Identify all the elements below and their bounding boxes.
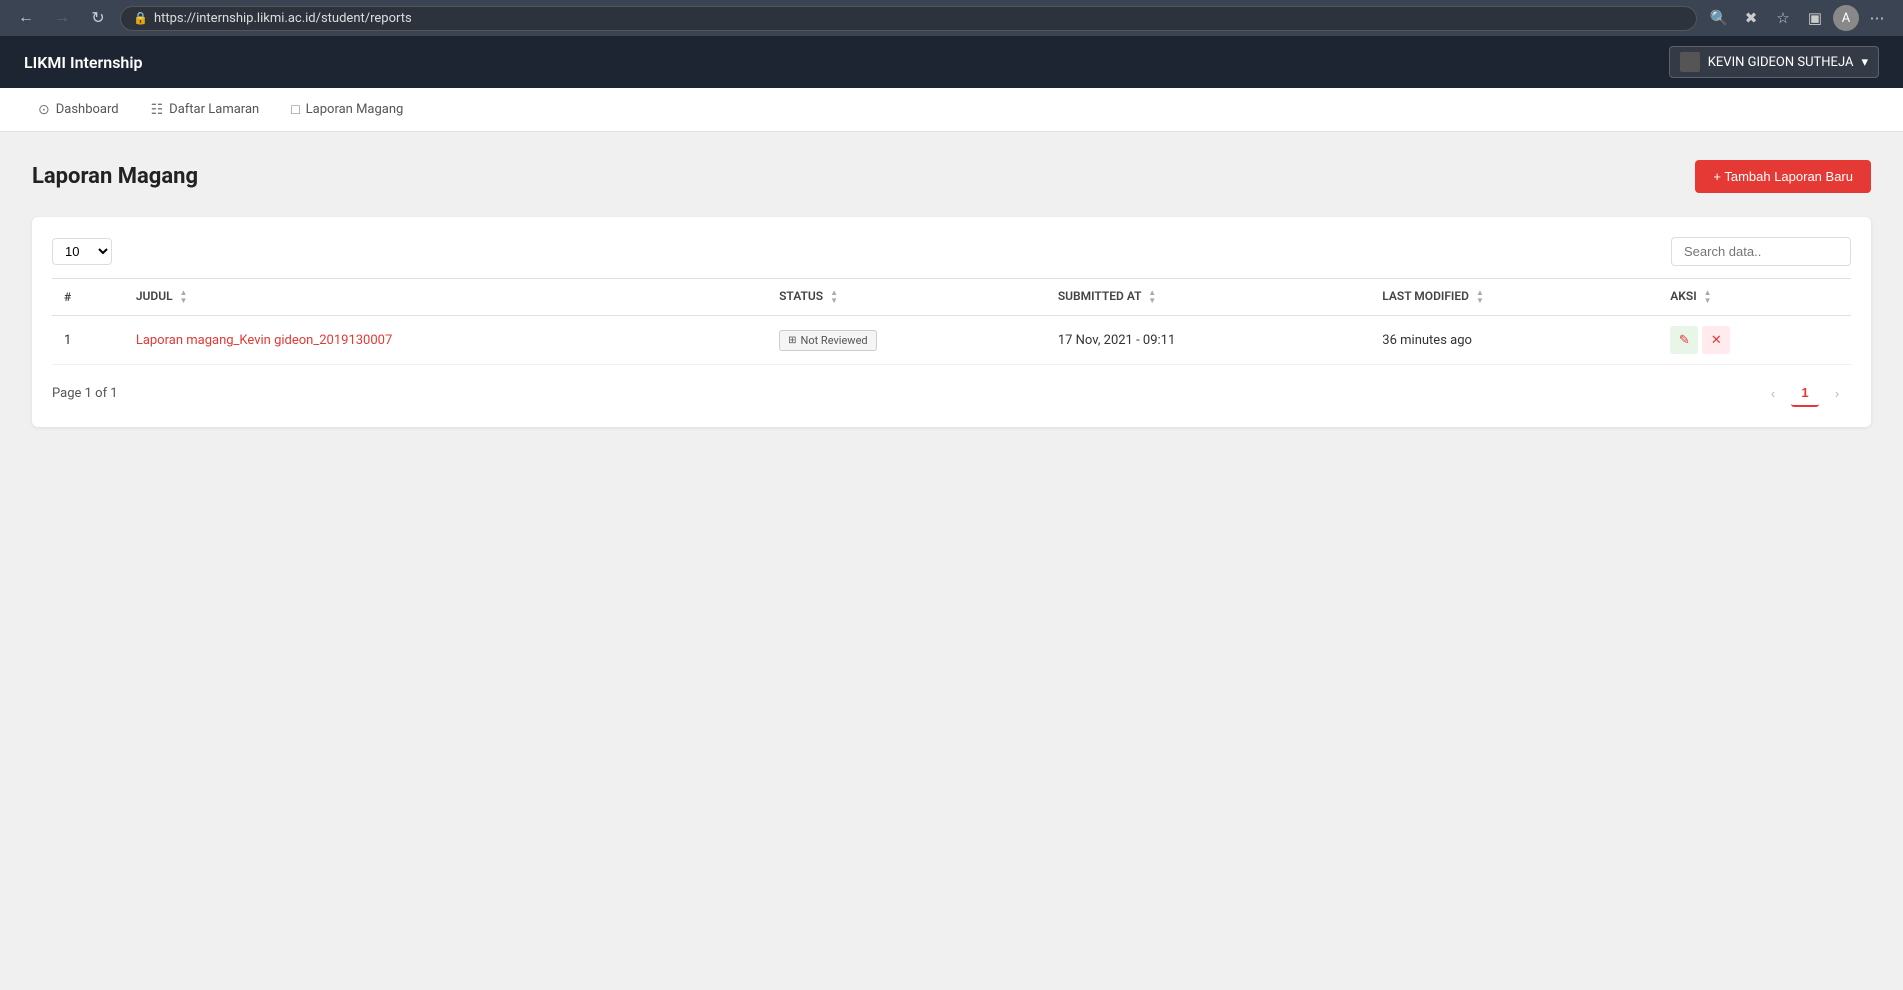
list-icon: ☷ — [151, 102, 164, 118]
browser-tools: 🔍 ✖ ☆ ▣ A ⋯ — [1705, 4, 1891, 32]
edit-button[interactable]: ✎ — [1670, 326, 1698, 354]
col-status: STATUS ▲▼ — [767, 279, 1046, 316]
table-header-row: # JUDUL ▲▼ STATUS ▲▼ SUBMITTED AT ▲▼ — [52, 279, 1851, 316]
reload-button[interactable]: ↻ — [84, 4, 112, 32]
main-content: Laporan Magang + Tambah Laporan Baru 10 … — [0, 132, 1903, 990]
nav-laporan-magang-label: Laporan Magang — [306, 102, 404, 117]
more-button[interactable]: ⋯ — [1863, 4, 1891, 32]
col-number: # — [52, 279, 124, 316]
nav-daftar-lamaran-label: Daftar Lamaran — [169, 102, 259, 117]
judul-link[interactable]: Laporan magang_Kevin gideon_2019130007 — [136, 333, 392, 348]
user-chevron: ▾ — [1861, 55, 1868, 70]
sort-judul-icon[interactable]: ▲▼ — [180, 289, 188, 305]
per-page-select: 10 25 50 100 — [52, 238, 112, 265]
user-avatar — [1680, 52, 1700, 72]
pagination: ‹ 1 › — [1759, 379, 1851, 407]
page-title: Laporan Magang — [32, 164, 198, 189]
nav-dashboard-label: Dashboard — [56, 102, 119, 117]
user-menu[interactable]: KEVIN GIDEON SUTHEJA ▾ — [1669, 46, 1879, 78]
address-bar[interactable]: 🔒 https://internship.likmi.ac.id/student… — [120, 6, 1697, 31]
nav-daftar-lamaran[interactable]: ☷ Daftar Lamaran — [137, 94, 274, 126]
lock-icon: 🔒 — [133, 11, 148, 25]
col-aksi: AKSI ▲▼ — [1658, 279, 1851, 316]
sort-status-icon[interactable]: ▲▼ — [830, 289, 838, 305]
url-text: https://internship.likmi.ac.id/student/r… — [154, 11, 412, 26]
zoom-button[interactable]: 🔍 — [1705, 4, 1733, 32]
user-name: KEVIN GIDEON SUTHEJA — [1708, 55, 1854, 70]
status-badge: ⊞ Not Reviewed — [779, 330, 877, 351]
back-button[interactable]: ← — [12, 4, 40, 32]
per-page-dropdown[interactable]: 10 25 50 100 — [52, 238, 112, 265]
page-info: Page 1 of 1 — [52, 386, 118, 401]
browser-chrome: ← → ↻ 🔒 https://internship.likmi.ac.id/s… — [0, 0, 1903, 36]
col-submitted-at: SUBMITTED AT ▲▼ — [1046, 279, 1370, 316]
forward-button[interactable]: → — [48, 4, 76, 32]
app-header: LIKMI Internship KEVIN GIDEON SUTHEJA ▾ — [0, 36, 1903, 88]
search-input[interactable] — [1671, 237, 1851, 266]
table-card: 10 25 50 100 # JUDUL ▲▼ — [32, 217, 1871, 427]
row-number: 1 — [52, 316, 124, 365]
add-laporan-button[interactable]: + Tambah Laporan Baru — [1695, 160, 1871, 193]
row-last-modified: 36 minutes ago — [1370, 316, 1658, 365]
favorites-button[interactable]: ☆ — [1769, 4, 1797, 32]
table-controls: 10 25 50 100 — [52, 237, 1851, 266]
next-page-button[interactable]: › — [1823, 379, 1851, 407]
sort-modified-icon[interactable]: ▲▼ — [1476, 289, 1484, 305]
nav-dashboard[interactable]: ⊙ Dashboard — [24, 94, 133, 126]
extensions-button[interactable]: ✖ — [1737, 4, 1765, 32]
row-judul: Laporan magang_Kevin gideon_2019130007 — [124, 316, 767, 365]
document-icon: □ — [291, 101, 299, 118]
status-icon: ⊞ — [788, 335, 796, 346]
row-actions: ✎ ✕ — [1658, 316, 1851, 365]
row-submitted-at: 17 Nov, 2021 - 09:11 — [1046, 316, 1370, 365]
prev-page-button[interactable]: ‹ — [1759, 379, 1787, 407]
data-table: # JUDUL ▲▼ STATUS ▲▼ SUBMITTED AT ▲▼ — [52, 278, 1851, 365]
profile-avatar[interactable]: A — [1833, 5, 1859, 31]
collections-button[interactable]: ▣ — [1801, 4, 1829, 32]
sort-submitted-icon[interactable]: ▲▼ — [1148, 289, 1156, 305]
page-header: Laporan Magang + Tambah Laporan Baru — [32, 160, 1871, 193]
row-status: ⊞ Not Reviewed — [767, 316, 1046, 365]
table-row: 1 Laporan magang_Kevin gideon_2019130007… — [52, 316, 1851, 365]
nav-laporan-magang[interactable]: □ Laporan Magang — [277, 93, 417, 126]
dashboard-icon: ⊙ — [38, 102, 50, 118]
action-buttons: ✎ ✕ — [1670, 326, 1839, 354]
app-title: LIKMI Internship — [24, 53, 143, 72]
table-footer: Page 1 of 1 ‹ 1 › — [52, 379, 1851, 407]
delete-button[interactable]: ✕ — [1702, 326, 1730, 354]
col-last-modified: LAST MODIFIED ▲▼ — [1370, 279, 1658, 316]
sort-aksi-icon[interactable]: ▲▼ — [1704, 289, 1712, 305]
col-judul: JUDUL ▲▼ — [124, 279, 767, 316]
page-1-button[interactable]: 1 — [1791, 379, 1819, 407]
nav-bar: ⊙ Dashboard ☷ Daftar Lamaran □ Laporan M… — [0, 88, 1903, 132]
